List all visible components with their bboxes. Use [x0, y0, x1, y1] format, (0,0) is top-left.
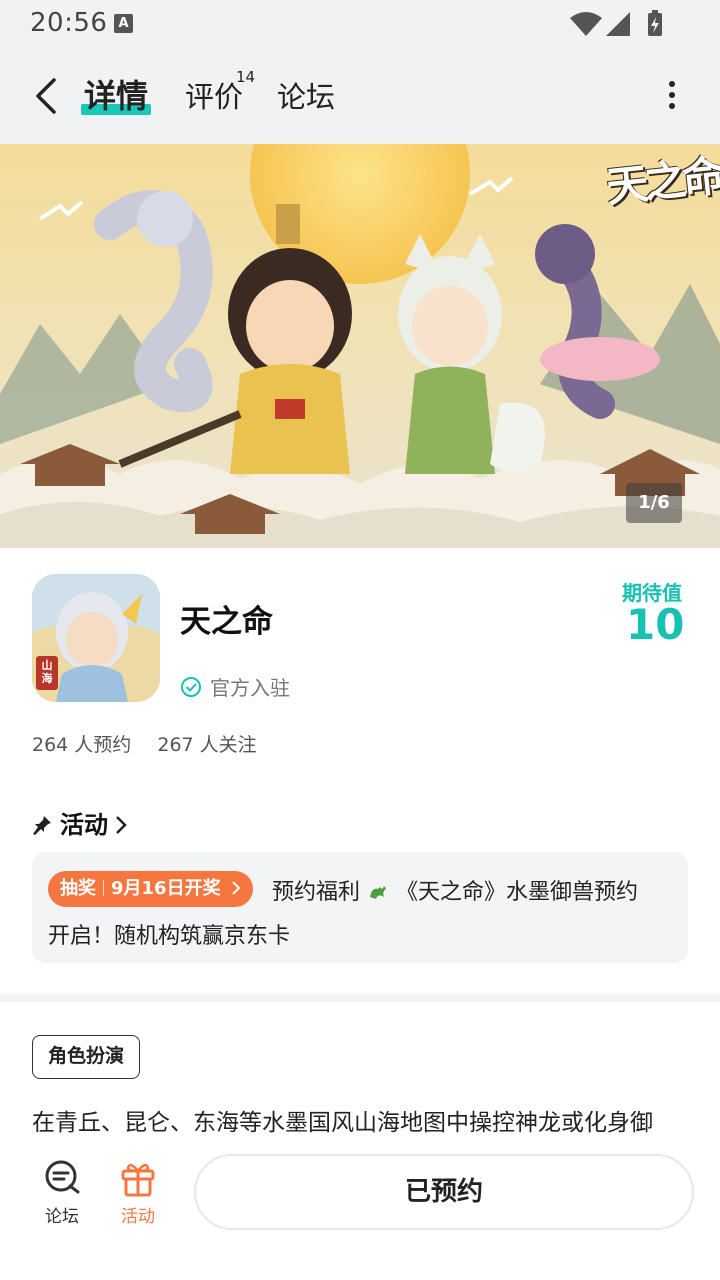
- game-app-icon: 山海: [32, 574, 160, 702]
- pin-icon: [33, 816, 51, 835]
- status-icons: [570, 10, 662, 36]
- bottom-activity-button[interactable]: 活动: [108, 1158, 168, 1227]
- section-divider: [0, 994, 720, 1002]
- tab-review[interactable]: 评价: [185, 74, 243, 116]
- verified-badge: 官方入驻: [180, 672, 290, 701]
- bottom-forum-label: 论坛: [45, 1207, 79, 1227]
- chevron-right-icon: [116, 816, 127, 834]
- more-options-icon[interactable]: [658, 76, 686, 116]
- badge-date: 9月16日开奖: [111, 878, 221, 899]
- verified-label: 官方入驻: [210, 676, 290, 700]
- gift-icon: [121, 1163, 155, 1197]
- game-description: 在青丘、昆仑、东海等水墨国风山海地图中操控神龙或化身御: [32, 1110, 653, 1136]
- activity-text-line2: 开启！随机构筑赢京东卡: [48, 924, 291, 949]
- genre-tag[interactable]: 角色扮演: [32, 1035, 141, 1079]
- banner-carousel[interactable]: 天之命 1/6: [0, 144, 720, 548]
- notification-a-icon: A: [114, 14, 133, 33]
- activity-section-header[interactable]: 活动: [32, 805, 128, 840]
- game-title: 天之命: [180, 604, 273, 640]
- activity-text-line1: 预约福利 《天之命》水墨御兽预约: [272, 880, 639, 905]
- bottom-action-bar: 论坛 活动 已预约: [0, 1146, 720, 1280]
- review-count-badge: 14: [236, 68, 256, 86]
- activity-header-label: 活动: [60, 811, 108, 839]
- activity-card[interactable]: 抽奖 9月16日开奖 预约福利 《天之命》水墨御兽预约 开启！随机构筑赢京东卡: [32, 852, 688, 963]
- bottom-forum-button[interactable]: 论坛: [32, 1158, 92, 1227]
- badge-type: 抽奖: [60, 878, 96, 899]
- back-arrow-icon[interactable]: [28, 76, 68, 116]
- top-nav-bar: 详情 评价 14 论坛: [0, 48, 720, 144]
- bottom-activity-label: 活动: [121, 1207, 155, 1227]
- tab-detail[interactable]: 详情: [84, 71, 148, 117]
- reserved-button[interactable]: 已预约: [194, 1154, 694, 1230]
- badge-chevron-icon: [232, 881, 241, 895]
- lottery-badge: 抽奖 9月16日开奖: [48, 871, 253, 907]
- expectation-value: 10: [626, 600, 685, 649]
- follower-count: 267 人关注: [157, 734, 257, 756]
- app-icon-caption: 山海: [41, 659, 53, 685]
- wifi-icon: [570, 12, 602, 36]
- reservation-count: 264 人预约: [32, 734, 132, 756]
- tab-forum[interactable]: 论坛: [277, 74, 335, 116]
- game-stats: 264 人预约 267 人关注: [32, 730, 277, 757]
- banner-page-counter: 1/6: [626, 483, 682, 523]
- banner-game-logo: 天之命: [604, 151, 720, 212]
- forum-chat-icon: [45, 1160, 80, 1194]
- dragon-emoji-icon: [370, 885, 387, 899]
- battery-charging-icon: [648, 10, 662, 36]
- status-bar: 20:56 A: [0, 0, 720, 48]
- status-time: 20:56: [30, 8, 108, 38]
- check-circle-icon: [181, 676, 201, 697]
- signal-icon: [606, 12, 630, 36]
